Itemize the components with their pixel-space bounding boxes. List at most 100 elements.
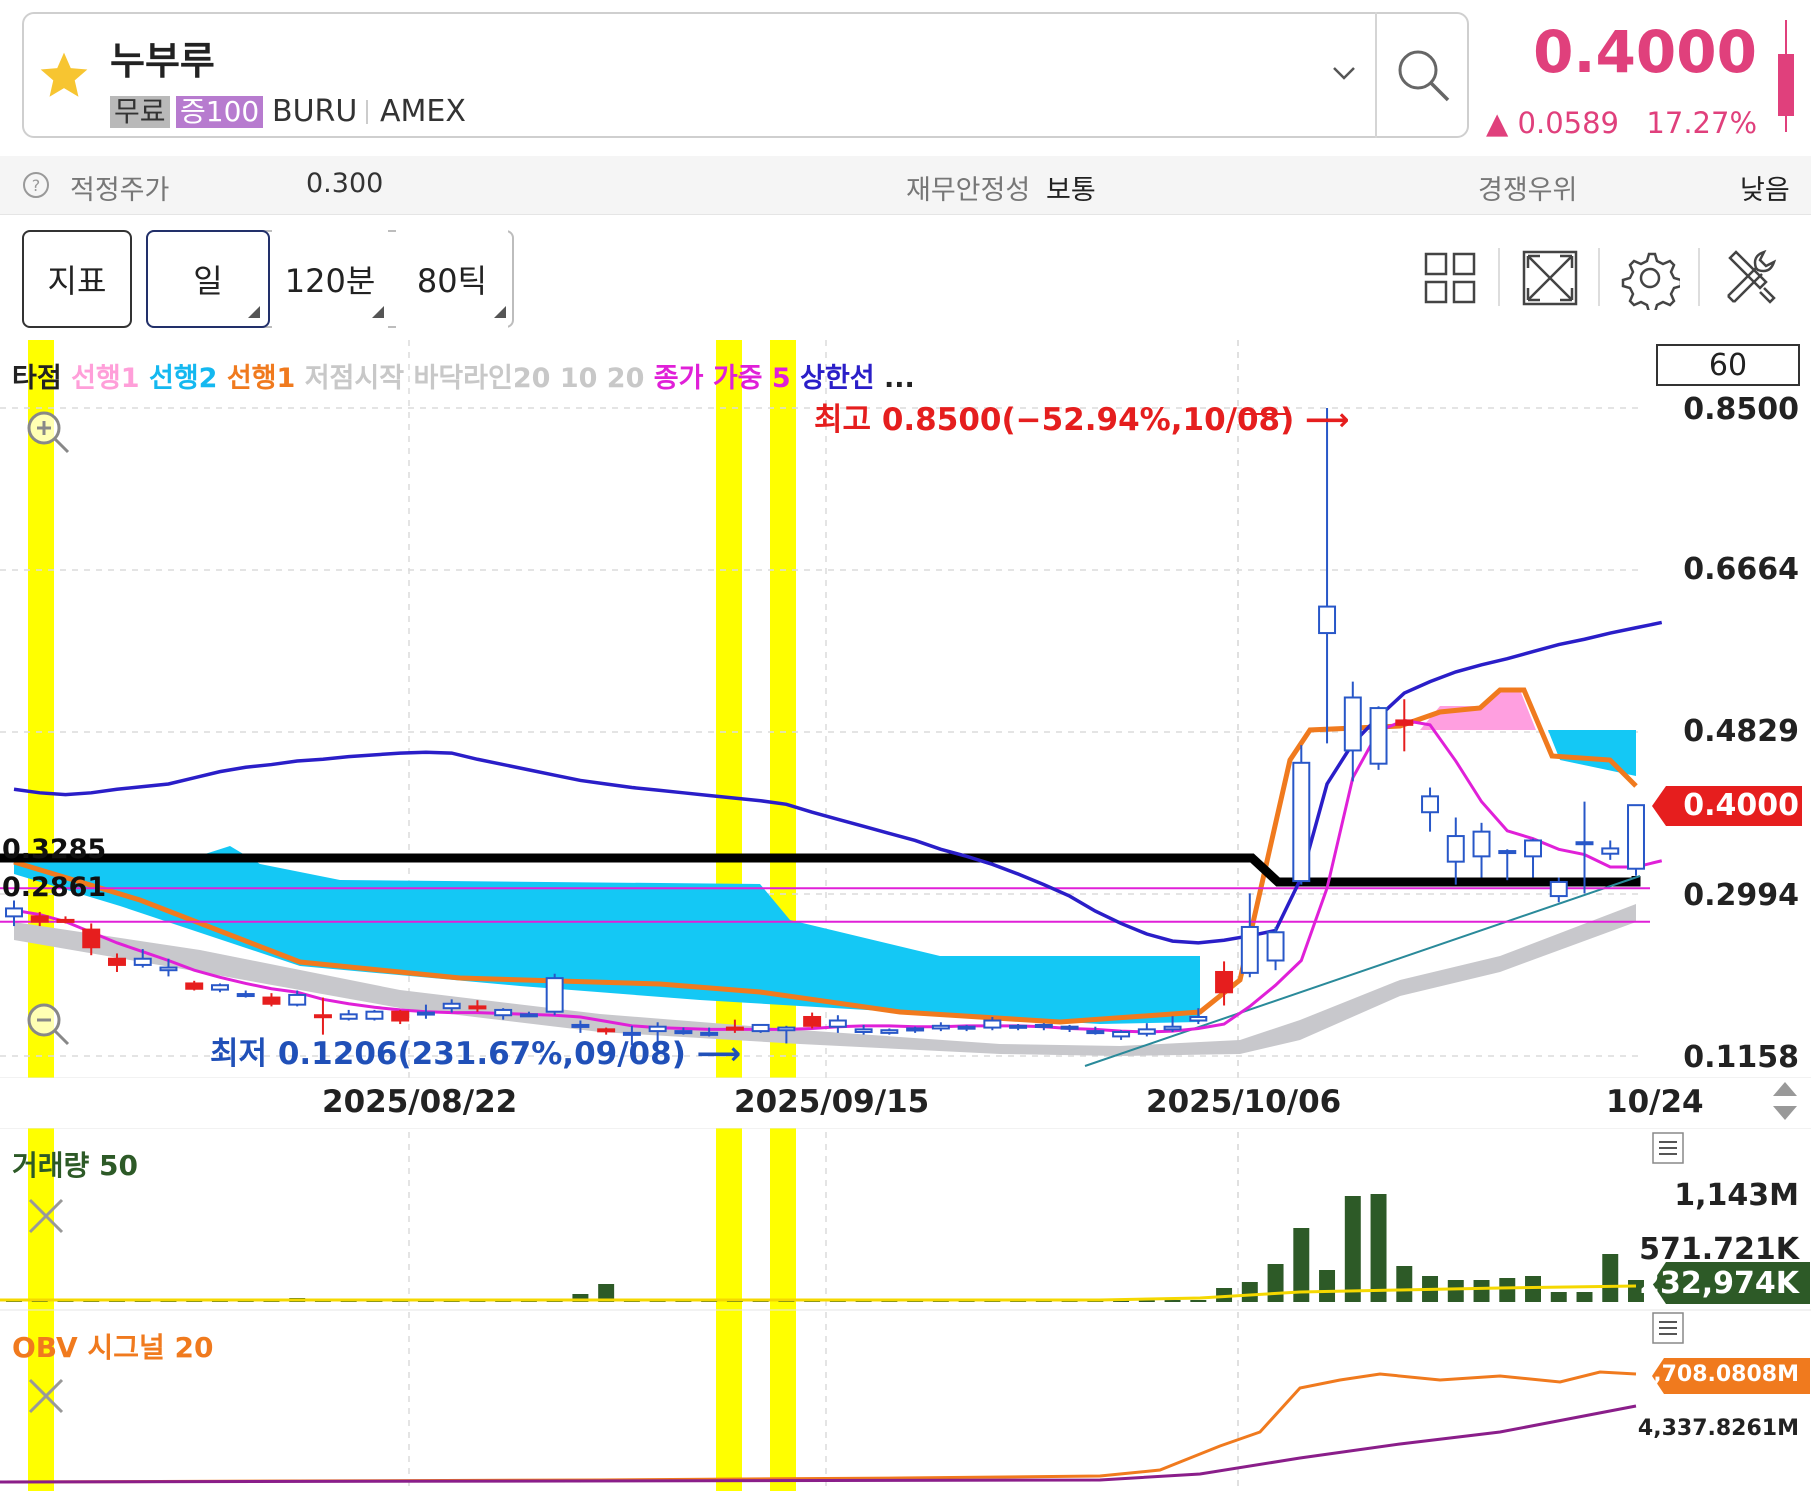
candle-body	[1292, 761, 1311, 883]
y-axis-label: 0.1158	[1683, 1040, 1799, 1075]
zoom-in-icon[interactable]	[22, 406, 72, 456]
mini-candle-icon	[1778, 20, 1794, 132]
low-price-annotation: 최저 0.1206(231.67%,09/08) ⟶	[210, 1036, 742, 1072]
candle-body	[494, 1008, 513, 1017]
fullscreen-icon[interactable]	[1520, 246, 1580, 310]
candle-body	[906, 1027, 925, 1032]
volume-bar	[1319, 1270, 1336, 1302]
fair-price-value: 0.300	[306, 168, 384, 199]
legend-item: 상한선	[800, 363, 885, 394]
competitive-advantage-label: 경쟁우위	[1478, 175, 1578, 206]
obv-signal-label: 4,337.8261M	[1637, 1416, 1799, 1441]
obv-signal-line	[0, 1404, 1637, 1484]
candle-body	[262, 996, 281, 1005]
price-chart[interactable]	[0, 336, 1811, 1491]
candle-body	[1112, 1030, 1131, 1038]
candle-body	[5, 907, 23, 918]
x-axis-date: 2025/08/22	[322, 1084, 518, 1120]
last-price-label: 0.4000	[1683, 788, 1799, 823]
candle-body	[1009, 1024, 1028, 1029]
candle-body	[1034, 1023, 1053, 1028]
candle-body	[803, 1015, 822, 1027]
volume-ma-line	[0, 1284, 1637, 1302]
candle-body	[185, 982, 204, 990]
scale-input[interactable]: 60	[1656, 344, 1800, 386]
legend-item: 종가 가중 5	[653, 363, 801, 394]
period-80tick-button[interactable]: 80틱	[396, 230, 508, 328]
grid-layout-icon[interactable]	[1420, 246, 1480, 310]
candle-body	[571, 1023, 590, 1028]
search-icon[interactable]	[1394, 46, 1452, 104]
volume-bar	[1241, 1282, 1258, 1302]
candle-body	[1369, 707, 1388, 765]
candle-body	[313, 1014, 332, 1019]
volume-bar	[1499, 1278, 1516, 1302]
candle-body	[983, 1019, 1002, 1029]
x-axis-date: 2025/09/15	[734, 1084, 930, 1120]
fair-price-label: 적정주가	[70, 175, 170, 206]
obv-panel-title: OBV 시그널 20	[12, 1326, 213, 1366]
ticker-symbol: BURU	[272, 94, 358, 129]
competitive-advantage-value: 낮음	[1740, 175, 1790, 206]
candle-body	[1318, 605, 1337, 635]
candle-body	[468, 1005, 487, 1010]
candle-body	[519, 1013, 538, 1018]
menu-icon[interactable]	[1652, 1312, 1684, 1344]
x-axis-date: 10/24	[1606, 1084, 1704, 1120]
svg-text:?: ?	[32, 176, 41, 195]
candle-body	[56, 918, 75, 923]
legend-item: 바닥라인20 10 20	[413, 363, 654, 394]
zoom-out-icon[interactable]	[22, 998, 72, 1048]
candle-body	[1446, 835, 1465, 863]
candle-body	[1189, 1015, 1208, 1022]
y-axis-label: 0.8500	[1683, 392, 1799, 427]
gear-icon[interactable]	[1620, 246, 1680, 310]
legend-item: 타점	[12, 363, 72, 394]
candle-body	[545, 977, 564, 1013]
divider	[1698, 248, 1700, 306]
close-icon[interactable]	[26, 1376, 66, 1416]
menu-icon[interactable]	[1652, 1132, 1684, 1164]
obv-line	[0, 1370, 1637, 1484]
candle-body	[108, 957, 126, 966]
candle-body	[288, 993, 307, 1006]
corner-indicator	[494, 306, 506, 318]
indicator-legend[interactable]: 타점 선행1 선행2 선행1 저점시작 바닥라인20 10 20 종가 가중 5…	[12, 356, 915, 395]
scroll-updown-icon[interactable]	[1770, 1080, 1800, 1122]
hline-label: 0.3285	[2, 834, 107, 865]
period-day-label: 일	[193, 262, 223, 300]
volume-bar	[1267, 1264, 1284, 1302]
candle-body	[1395, 719, 1414, 726]
candle-body	[1575, 841, 1594, 846]
volume-axis-label: 1,143M	[1674, 1178, 1799, 1213]
tools-icon[interactable]	[1720, 246, 1780, 310]
price-change-percent: 17.27%	[1646, 106, 1757, 140]
close-icon[interactable]	[26, 1196, 66, 1236]
candle-body	[1524, 839, 1542, 858]
candle-body	[442, 1002, 461, 1010]
legend-item: 선행1	[226, 363, 305, 394]
period-120min-label: 120분	[284, 262, 376, 300]
candle-body	[931, 1024, 950, 1030]
candle-body	[1060, 1025, 1079, 1030]
candle-body	[1266, 931, 1285, 962]
indicator-button[interactable]: 지표	[22, 230, 132, 328]
candle-body	[210, 984, 229, 991]
volume-title-text: 거래량 50	[12, 1149, 138, 1182]
candle-body	[1343, 696, 1362, 752]
exchange-name: AMEX	[380, 94, 466, 129]
stock-name: 누부루	[110, 39, 215, 83]
candle-body	[82, 928, 101, 949]
volume-bar	[1164, 1300, 1181, 1302]
period-120min-button[interactable]: 120분	[272, 230, 388, 328]
chevron-down-icon[interactable]	[1330, 62, 1358, 84]
favorite-star-icon[interactable]	[36, 48, 92, 104]
obv-title-text: OBV 시그널 20	[12, 1331, 214, 1364]
period-day-button[interactable]: 일	[146, 230, 270, 328]
help-icon[interactable]: ?	[22, 171, 50, 199]
separator	[366, 100, 368, 124]
x-axis-date: 2025/10/06	[1146, 1084, 1342, 1120]
y-axis-label: 0.6664	[1683, 552, 1799, 587]
candle-body	[880, 1029, 899, 1034]
y-axis-label: 0.4829	[1683, 714, 1799, 749]
